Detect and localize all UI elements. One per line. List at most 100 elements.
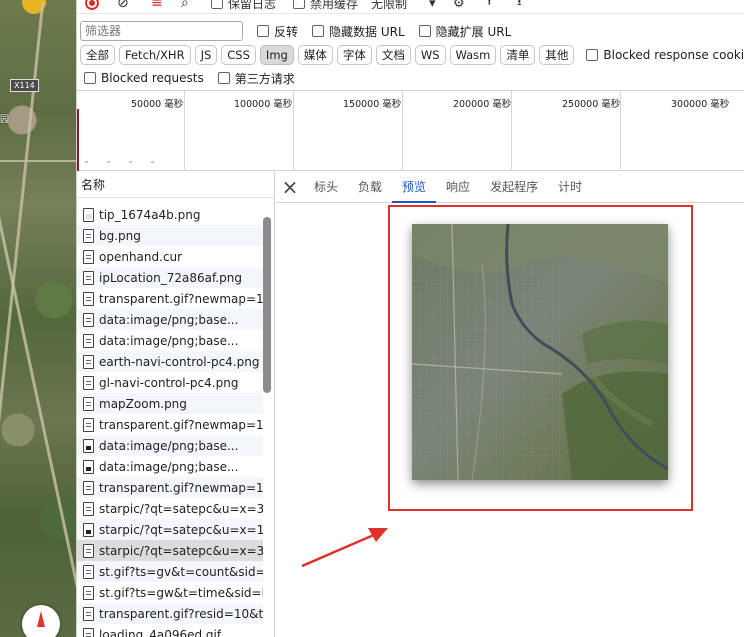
- file-icon: [83, 606, 94, 621]
- file-icon: [83, 522, 94, 537]
- hide-data-url-label: 隐藏数据 URL: [329, 24, 405, 39]
- request-row[interactable]: ipLocation_72a86af.png: [77, 267, 263, 288]
- type-chip-other[interactable]: 其他: [539, 45, 575, 65]
- invert-checkbox[interactable]: 反转: [257, 23, 298, 40]
- hide-data-url-checkbox[interactable]: 隐藏数据 URL: [312, 23, 405, 40]
- type-chip-js[interactable]: JS: [194, 45, 218, 65]
- request-name: earth-navi-control-pc4.png: [99, 354, 260, 369]
- satellite-tile-image: [412, 224, 668, 480]
- file-icon: [83, 501, 94, 516]
- tab-headers[interactable]: 标头: [304, 172, 348, 203]
- request-name: st.gif?ts=gv&t=count&sid=...: [99, 564, 263, 579]
- request-name: data:image/png;base...: [99, 438, 239, 453]
- third-party-checkbox[interactable]: 第三方请求: [217, 70, 295, 87]
- devtools-network-panel: ⊘ ≡ ⌕ 保留日志 禁用缓存 无限制 ▾ ⚙ ⭱ ⭳ 反转 隐藏数据 URL …: [76, 0, 744, 637]
- request-row[interactable]: loading_4a096ed.gif: [77, 624, 263, 637]
- request-name: transparent.gif?resid=10&t...: [99, 606, 263, 621]
- request-name: starpic/?qt=satepc&u=x=3...: [99, 543, 263, 558]
- request-row[interactable]: transparent.gif?newmap=1...: [77, 414, 263, 435]
- request-row[interactable]: tip_1674a4b.png: [77, 204, 263, 225]
- throttle-select[interactable]: 无限制: [371, 0, 407, 12]
- request-row[interactable]: mapZoom.png: [77, 393, 263, 414]
- tab-response[interactable]: 响应: [436, 172, 480, 203]
- timeline-tick-label: 300000 毫秒: [671, 99, 730, 110]
- request-row[interactable]: data:image/png;base...: [77, 435, 263, 456]
- record-button[interactable]: [85, 0, 99, 12]
- request-row[interactable]: st.gif?ts=gv&t=count&sid=...: [77, 561, 263, 582]
- type-chip-fetch[interactable]: Fetch/XHR: [119, 45, 191, 65]
- request-row[interactable]: bg.png: [77, 225, 263, 246]
- network-conditions-icon[interactable]: ⚙: [453, 0, 465, 12]
- file-icon: [83, 417, 94, 432]
- timeline-tick-label: 250000 毫秒: [562, 99, 621, 110]
- compass-icon[interactable]: [22, 605, 60, 637]
- request-row[interactable]: gl-navi-control-pc4.png: [77, 372, 263, 393]
- type-chip-wasm[interactable]: Wasm: [449, 45, 497, 65]
- request-row[interactable]: transparent.gif?newmap=1...: [77, 288, 263, 309]
- request-row[interactable]: earth-navi-control-pc4.png: [77, 351, 263, 372]
- type-chip-media[interactable]: 媒体: [297, 45, 333, 65]
- request-name: transparent.gif?newmap=1...: [99, 417, 263, 432]
- timeline-tick-label: 100000 毫秒: [234, 99, 293, 110]
- request-list-scrollbar[interactable]: [263, 217, 271, 393]
- request-row[interactable]: st.gif?ts=gw&t=time&sid=l...: [77, 582, 263, 603]
- file-icon: [83, 312, 94, 327]
- network-timeline-overview[interactable]: 50000 毫秒 100000 毫秒 150000 毫秒 200000 毫秒 2…: [77, 90, 744, 171]
- request-row[interactable]: data:image/png;base...: [77, 309, 263, 330]
- request-name: st.gif?ts=gw&t=time&sid=l...: [99, 585, 263, 600]
- type-chip-img[interactable]: Img: [259, 45, 294, 65]
- blocked-requests-checkbox[interactable]: Blocked requests: [84, 71, 204, 85]
- close-icon[interactable]: ×: [276, 172, 304, 203]
- timeline-tick-label: 200000 毫秒: [453, 99, 512, 110]
- tab-payload[interactable]: 负载: [348, 172, 392, 203]
- file-icon: [83, 207, 94, 222]
- resource-type-filters: 全部 Fetch/XHR JS CSS Img 媒体 字体 文档 WS Wasm…: [80, 44, 744, 66]
- timeline-tick-label: 150000 毫秒: [343, 99, 402, 110]
- search-icon: ⌕: [181, 0, 189, 11]
- blocked-cookies-checkbox[interactable]: Blocked response cookies: [586, 48, 744, 62]
- clear-button[interactable]: ⊘: [117, 0, 129, 12]
- invert-label: 反转: [274, 24, 299, 39]
- name-column-header[interactable]: 名称: [77, 172, 274, 198]
- request-name: transparent.gif?newmap=1...: [99, 291, 263, 306]
- blocked-row: Blocked requests 第三方请求: [84, 69, 295, 87]
- request-name: ipLocation_72a86af.png: [99, 270, 242, 285]
- type-chip-css[interactable]: CSS: [221, 45, 256, 65]
- export-har-icon[interactable]: ⭳: [517, 0, 522, 12]
- request-row[interactable]: starpic/?qt=satepc&u=x=3...: [77, 498, 263, 519]
- file-icon: [83, 480, 94, 495]
- request-row[interactable]: openhand.cur: [77, 246, 263, 267]
- request-name: starpic/?qt=satepc&u=x=3...: [99, 501, 263, 516]
- network-toolbar: ⊘ ≡ ⌕ 保留日志 禁用缓存 无限制 ▾ ⚙ ⭱ ⭳: [77, 0, 744, 14]
- preserve-log-label: 保留日志: [228, 0, 277, 11]
- request-row[interactable]: data:image/png;base...: [77, 456, 263, 477]
- map-road: [0, 160, 76, 162]
- type-chip-font[interactable]: 字体: [336, 45, 372, 65]
- filter-input[interactable]: [80, 21, 243, 41]
- search-button[interactable]: ⌕: [181, 0, 189, 12]
- hide-ext-url-checkbox[interactable]: 隐藏扩展 URL: [418, 23, 511, 40]
- type-chip-doc[interactable]: 文档: [375, 45, 411, 65]
- request-detail-pane: × 标头 负载 预览 响应 发起程序 计时: [276, 172, 744, 637]
- tab-preview[interactable]: 预览: [392, 172, 437, 203]
- import-har-icon[interactable]: ⭱: [487, 0, 492, 12]
- request-row[interactable]: transparent.gif?newmap=1...: [77, 477, 263, 498]
- request-name: loading_4a096ed.gif: [99, 627, 222, 637]
- type-chip-ws[interactable]: WS: [414, 45, 446, 65]
- request-row[interactable]: data:image/png;base...: [77, 330, 263, 351]
- tab-initiator[interactable]: 发起程序: [480, 172, 548, 203]
- type-chip-manifest[interactable]: 清单: [500, 45, 536, 65]
- throttle-dropdown-icon[interactable]: ▾: [429, 0, 436, 12]
- request-row[interactable]: starpic/?qt=satepc&u=x=1;...: [77, 519, 263, 540]
- file-icon: [83, 585, 94, 600]
- request-row[interactable]: starpic/?qt=satepc&u=x=3...: [77, 540, 263, 561]
- checkbox-box: [586, 49, 599, 61]
- disable-cache-checkbox[interactable]: 禁用缓存: [293, 0, 358, 12]
- type-chip-all[interactable]: 全部: [80, 45, 115, 65]
- preserve-log-checkbox[interactable]: 保留日志: [211, 0, 276, 12]
- tab-timing[interactable]: 计时: [548, 172, 592, 203]
- request-row[interactable]: transparent.gif?resid=10&t...: [77, 603, 263, 624]
- request-name: data:image/png;base...: [99, 312, 239, 327]
- filter-toggle-button[interactable]: ≡: [151, 0, 163, 12]
- timeline-activity-marker: [77, 109, 79, 171]
